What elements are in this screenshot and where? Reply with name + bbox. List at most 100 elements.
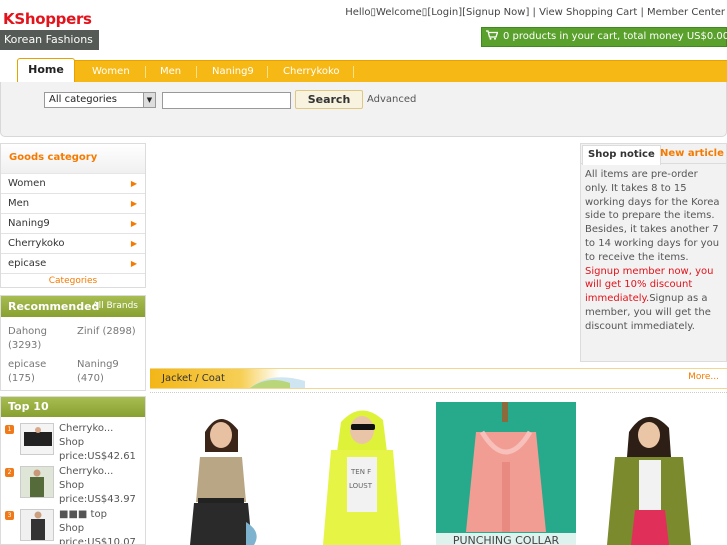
category-item-label: Cherrykoko: [8, 238, 65, 249]
recommended-header: Recommended All Brands: [1, 296, 145, 317]
category-select[interactable]: All categories ▼: [44, 92, 156, 108]
top10-item-shop: Shop: [59, 437, 85, 448]
product-image[interactable]: TEN F LOUST: [293, 402, 433, 545]
tab-new-article[interactable]: New article: [660, 145, 724, 164]
advanced-search-link[interactable]: Advanced: [367, 94, 416, 105]
rank-badge-icon: 2: [5, 468, 14, 477]
nav-naning9[interactable]: Naning9: [212, 61, 254, 83]
brand-count: (175): [8, 373, 35, 384]
logo-name: KShoppers: [0, 8, 99, 30]
category-item-naning9[interactable]: Naning9 ▶: [1, 214, 145, 234]
search-button[interactable]: Search: [295, 90, 363, 109]
nav-cherrykoko[interactable]: Cherrykoko: [283, 61, 340, 83]
brand-link-dahong[interactable]: Dahong (3293): [8, 325, 72, 353]
nav-divider: [267, 66, 268, 78]
section-header: Jacket / Coat More...: [150, 368, 727, 389]
brand-count: (3293): [8, 340, 42, 351]
categories-link[interactable]: Categories: [1, 274, 145, 288]
right-arrow-icon: ▶: [130, 239, 137, 248]
top10-item[interactable]: 3 ■■■ top Shop price:US$10.07: [1, 503, 145, 545]
category-select-value: All categories: [49, 94, 117, 105]
category-item-label: Naning9: [8, 218, 50, 229]
product-image[interactable]: [150, 402, 290, 545]
search-input[interactable]: [162, 92, 291, 109]
top10-item-name: Cherryko...: [59, 423, 114, 434]
product-caption: PUNCHING COLLAR: [453, 534, 560, 545]
nav-divider: [196, 66, 197, 78]
login-link[interactable]: [Login]: [427, 7, 462, 18]
link-separator: |: [637, 7, 648, 18]
top10-item-price: price:US$10.07: [59, 537, 136, 545]
product-thumbnail[interactable]: [20, 509, 54, 541]
all-brands-link[interactable]: All Brands: [92, 296, 138, 316]
top10-item-shop: Shop: [59, 480, 85, 491]
category-item-epicase[interactable]: epicase ▶: [1, 254, 145, 274]
goods-category-title: Goods category: [1, 144, 145, 174]
search-panel: All categories ▼ Search Advanced: [0, 82, 727, 137]
top10-item-text: Cherryko... Shop price:US$43.97: [59, 465, 145, 507]
product-image[interactable]: [579, 402, 719, 545]
top10-item-text: Cherryko... Shop price:US$42.61: [59, 422, 145, 464]
cart-icon: [486, 30, 498, 40]
top10-item-text: ■■■ top Shop price:US$10.07: [59, 508, 145, 545]
top10-item-name: ■■■ top: [59, 509, 107, 520]
brand-link-epicase[interactable]: epicase (175): [8, 358, 72, 386]
goods-category-panel: Goods category Women ▶ Men ▶ Naning9 ▶ Cher…: [0, 143, 146, 288]
cart-summary-text: 0 products in your cart, total money US$…: [503, 31, 727, 42]
brand-link-naning9[interactable]: Naning9 (470): [77, 358, 141, 386]
category-item-cherrykoko[interactable]: Cherrykoko ▶: [1, 234, 145, 254]
top10-item-name: Cherryko...: [59, 466, 114, 477]
nav-divider: [353, 66, 354, 78]
view-cart-link[interactable]: View Shopping Cart: [539, 7, 637, 18]
section-divider: [150, 392, 727, 395]
top10-item[interactable]: 1 Cherryko... Shop price:US$42.61: [1, 417, 145, 462]
site-logo[interactable]: KShoppers Korean Fashions: [0, 8, 99, 50]
nav-women[interactable]: Women: [92, 61, 130, 83]
svg-text:TEN F: TEN F: [350, 468, 371, 476]
brand-name: Dahong: [8, 326, 47, 337]
category-item-women[interactable]: Women ▶: [1, 174, 145, 194]
svg-text:LOUST: LOUST: [349, 482, 373, 490]
brand-link-zinif[interactable]: Zinif (2898): [77, 325, 141, 339]
logo-tagline: Korean Fashions: [0, 30, 99, 50]
rank-badge-icon: 1: [5, 425, 14, 434]
product-thumbnail[interactable]: [20, 423, 54, 455]
signup-link[interactable]: [Signup Now]: [462, 7, 529, 18]
tab-shop-notice[interactable]: Shop notice: [582, 145, 661, 165]
top10-item-shop: Shop: [59, 523, 85, 534]
category-item-label: Men: [8, 198, 30, 209]
right-arrow-icon: ▶: [130, 199, 137, 208]
section-decoration: [250, 377, 305, 388]
nav-men[interactable]: Men: [160, 61, 181, 83]
brand-name: Naning9: [77, 359, 119, 370]
brand-name: epicase: [8, 359, 47, 370]
category-item-label: epicase: [8, 258, 47, 269]
member-center-link[interactable]: Member Center: [647, 7, 725, 18]
top10-panel: Top 10 1 Cherryko... Shop price:US$42.61…: [0, 396, 146, 545]
category-item-men[interactable]: Men ▶: [1, 194, 145, 214]
top10-item[interactable]: 2 Cherryko... Shop price:US$43.97: [1, 460, 145, 505]
link-separator: |: [529, 7, 540, 18]
chevron-down-icon: ▼: [143, 93, 155, 107]
nav-home[interactable]: Home: [17, 58, 75, 83]
notice-tabs: Shop notice New article: [581, 144, 726, 165]
right-arrow-icon: ▶: [130, 259, 137, 268]
top-links: Hello▯Welcome▯[Login][Signup Now] | View…: [345, 7, 725, 18]
more-link[interactable]: More...: [688, 369, 719, 386]
product-thumbnail[interactable]: [20, 466, 54, 498]
notice-text: All items are pre-order only. It takes 8…: [585, 169, 720, 263]
shop-notice-panel: Shop notice New article All items are pr…: [580, 143, 727, 362]
right-arrow-icon: ▶: [130, 179, 137, 188]
recommended-title: Recommended: [8, 300, 100, 313]
right-arrow-icon: ▶: [130, 219, 137, 228]
product-image[interactable]: PUNCHING COLLAR: [436, 402, 576, 545]
main-nav: Home Women Men Naning9 Cherrykoko: [17, 58, 727, 83]
notice-body: All items are pre-order only. It takes 8…: [581, 164, 726, 334]
brand-count: (2898): [102, 326, 136, 337]
brand-count: (470): [77, 373, 104, 384]
nav-divider: [145, 66, 146, 78]
cart-summary-bar[interactable]: 0 products in your cart, total money US$…: [481, 27, 727, 47]
category-item-label: Women: [8, 178, 46, 189]
rank-badge-icon: 3: [5, 511, 14, 520]
welcome-text: Hello▯Welcome▯: [345, 7, 428, 18]
